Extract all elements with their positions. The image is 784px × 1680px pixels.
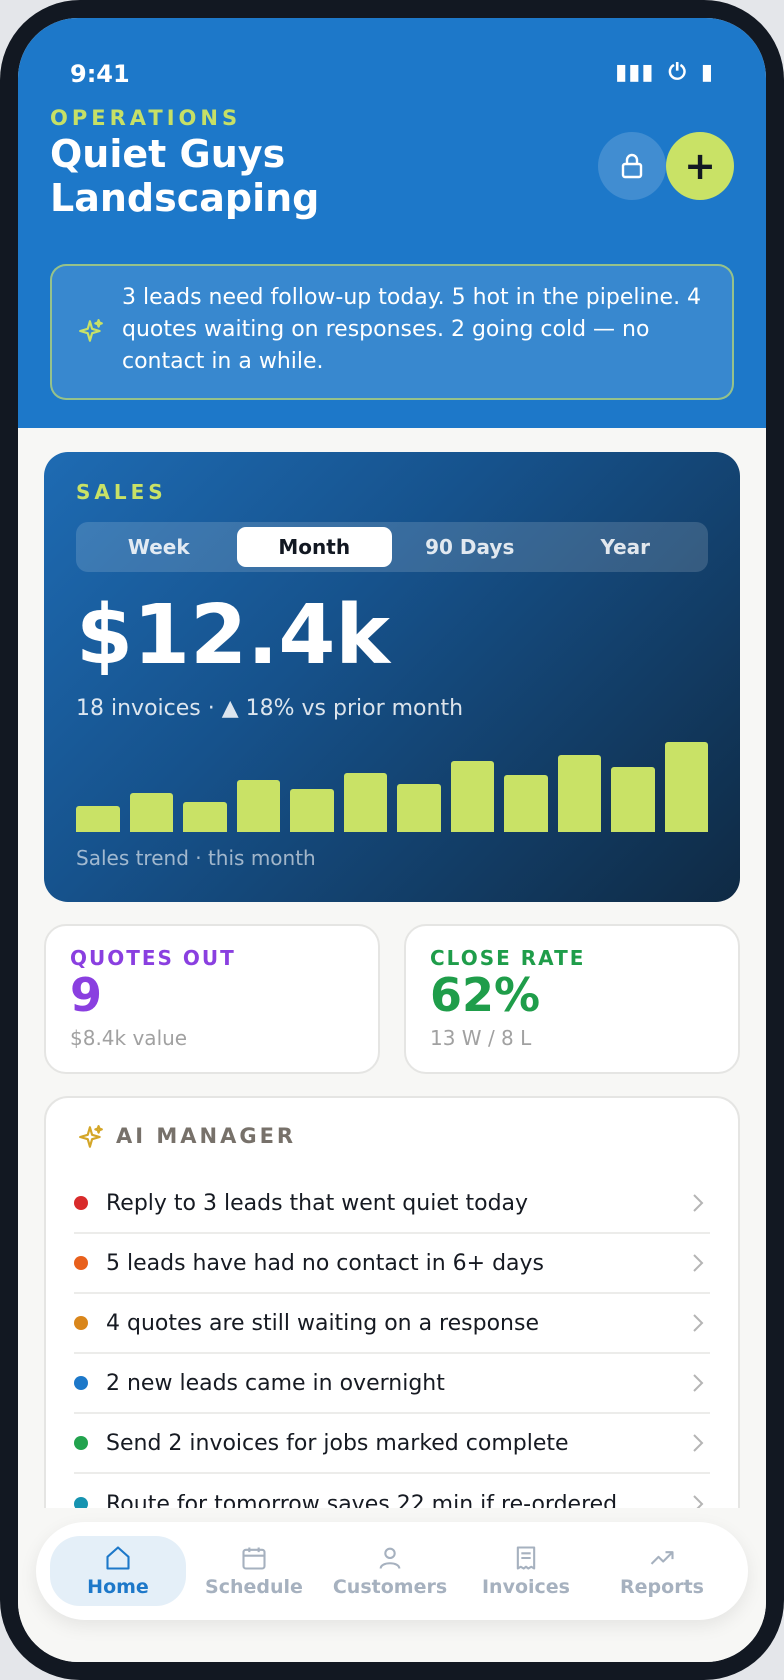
ai-task-text: 2 new leads came in overnight bbox=[106, 1370, 445, 1396]
status-time: 9:41 bbox=[70, 60, 130, 88]
nav-home-label: Home bbox=[87, 1576, 149, 1598]
person-icon bbox=[379, 1547, 401, 1569]
close-rate-card[interactable]: CLOSE RATE 62% 13 W / 8 L bbox=[404, 924, 740, 1074]
trend-bar bbox=[129, 793, 173, 832]
period-week[interactable]: Week bbox=[81, 527, 237, 567]
quotes-out-card[interactable]: QUOTES OUT 9 $8.4k value bbox=[44, 924, 380, 1074]
phone-frame: 9:41 ▮▮▮ ⏻ ▮ OPERATIONS Quiet Guys Lands… bbox=[0, 0, 784, 1680]
home-icon bbox=[106, 1546, 130, 1570]
ai-task-row[interactable]: 2 new leads came in overnight bbox=[74, 1354, 710, 1414]
business-title: Quiet Guys Landscaping bbox=[50, 132, 320, 220]
trend-bar bbox=[611, 767, 655, 832]
ai-task-row[interactable]: Reply to 3 leads that went quiet today bbox=[74, 1174, 710, 1234]
chevron-right-icon bbox=[693, 1374, 704, 1392]
priority-dot bbox=[74, 1436, 88, 1450]
plus-icon: + bbox=[684, 144, 716, 188]
close-rate-subtext: 13 W / 8 L bbox=[430, 1026, 532, 1050]
chevron-right-icon bbox=[693, 1254, 704, 1272]
chevron-right-icon bbox=[693, 1314, 704, 1332]
ai-task-text: 4 quotes are still waiting on a response bbox=[106, 1310, 539, 1336]
chevron-right-icon bbox=[693, 1194, 704, 1212]
ai-task-text: Reply to 3 leads that went quiet today bbox=[106, 1190, 529, 1216]
section-eyebrow: OPERATIONS bbox=[50, 106, 242, 130]
app-header: 9:41 ▮▮▮ ⏻ ▮ OPERATIONS Quiet Guys Lands… bbox=[18, 18, 766, 428]
add-button[interactable]: + bbox=[666, 132, 734, 200]
ai-task-text: Send 2 invoices for jobs marked complete bbox=[106, 1430, 569, 1456]
ai-task-row[interactable]: 4 quotes are still waiting on a response bbox=[74, 1294, 710, 1354]
quotes-out-value: 9 bbox=[70, 968, 103, 1022]
sales-card: SALES Week Month 90 Days Year $12.4k 18 … bbox=[44, 452, 740, 902]
calendar-icon bbox=[242, 1547, 266, 1570]
trend-bar bbox=[397, 783, 441, 832]
receipt-icon bbox=[516, 1546, 536, 1570]
trend-bar bbox=[450, 761, 494, 832]
briefing-text: 3 leads need follow-up today. 5 hot in t… bbox=[122, 285, 702, 374]
trend-bar bbox=[183, 801, 227, 832]
priority-dot bbox=[74, 1256, 88, 1270]
ai-manager-title: AI MANAGER bbox=[116, 1124, 297, 1148]
nav-invoices-label: Invoices bbox=[481, 1576, 570, 1598]
nav-schedule-label: Schedule bbox=[205, 1576, 303, 1598]
priority-dot bbox=[74, 1376, 88, 1390]
ai-task-text: 5 leads have had no contact in 6+ days bbox=[106, 1250, 545, 1276]
trend-bar bbox=[76, 806, 120, 832]
signal-icon: ▮▮▮ bbox=[615, 60, 655, 85]
nav-home[interactable]: Home bbox=[50, 1536, 186, 1606]
trend-bar bbox=[664, 742, 708, 832]
nav-invoices[interactable]: Invoices bbox=[458, 1536, 594, 1606]
priority-dot bbox=[74, 1316, 88, 1330]
ai-task-row[interactable]: 5 leads have had no contact in 6+ days bbox=[74, 1234, 710, 1294]
close-rate-value: 62% bbox=[430, 968, 541, 1022]
sales-total: $12.4k bbox=[76, 588, 390, 683]
status-icons: ▮▮▮ ⏻ ▮ bbox=[615, 60, 714, 85]
power-icon: ⏻ bbox=[668, 60, 687, 85]
trend-bar bbox=[557, 754, 601, 832]
trend-icon bbox=[650, 1551, 674, 1565]
bottom-nav: Home Schedule Customers Invoices Reports bbox=[36, 1522, 748, 1620]
nav-reports[interactable]: Reports bbox=[594, 1536, 730, 1606]
quotes-out-subtext: $8.4k value bbox=[70, 1026, 188, 1050]
ai-briefing-banner[interactable]: 3 leads need follow-up today. 5 hot in t… bbox=[50, 264, 734, 400]
sparkle-icon bbox=[79, 319, 103, 342]
lock-button[interactable] bbox=[598, 132, 666, 200]
trend-bar bbox=[236, 780, 280, 832]
ai-task-row[interactable]: Send 2 invoices for jobs marked complete bbox=[74, 1414, 710, 1474]
nav-customers[interactable]: Customers bbox=[322, 1536, 458, 1606]
trend-caption: Sales trend · this month bbox=[76, 846, 316, 870]
priority-dot bbox=[74, 1196, 88, 1210]
quotes-out-label: QUOTES OUT bbox=[70, 946, 236, 970]
close-rate-label: CLOSE RATE bbox=[430, 946, 586, 970]
ai-task-list: Reply to 3 leads that went quiet today 5… bbox=[74, 1174, 710, 1534]
trend-bar bbox=[504, 774, 548, 832]
nav-customers-label: Customers bbox=[332, 1576, 448, 1598]
period-year[interactable]: Year bbox=[548, 527, 704, 567]
period-selector: Week Month 90 Days Year bbox=[76, 522, 708, 572]
period-90-days[interactable]: 90 Days bbox=[392, 527, 548, 567]
sales-subtitle: 18 invoices · ▲ 18% vs prior month bbox=[76, 696, 464, 721]
period-month[interactable]: Month bbox=[236, 527, 392, 567]
lock-icon bbox=[621, 153, 643, 179]
battery-icon: ▮ bbox=[700, 60, 714, 85]
sparkle-icon bbox=[79, 1125, 103, 1148]
chevron-right-icon bbox=[693, 1434, 704, 1452]
trend-bar bbox=[343, 773, 387, 832]
app-screen: 9:41 ▮▮▮ ⏻ ▮ OPERATIONS Quiet Guys Lands… bbox=[18, 18, 766, 1662]
sales-label: SALES bbox=[76, 480, 167, 504]
trend-bar bbox=[290, 788, 334, 832]
sales-trend-chart bbox=[76, 742, 708, 832]
nav-reports-label: Reports bbox=[620, 1576, 704, 1598]
nav-schedule[interactable]: Schedule bbox=[186, 1536, 322, 1606]
